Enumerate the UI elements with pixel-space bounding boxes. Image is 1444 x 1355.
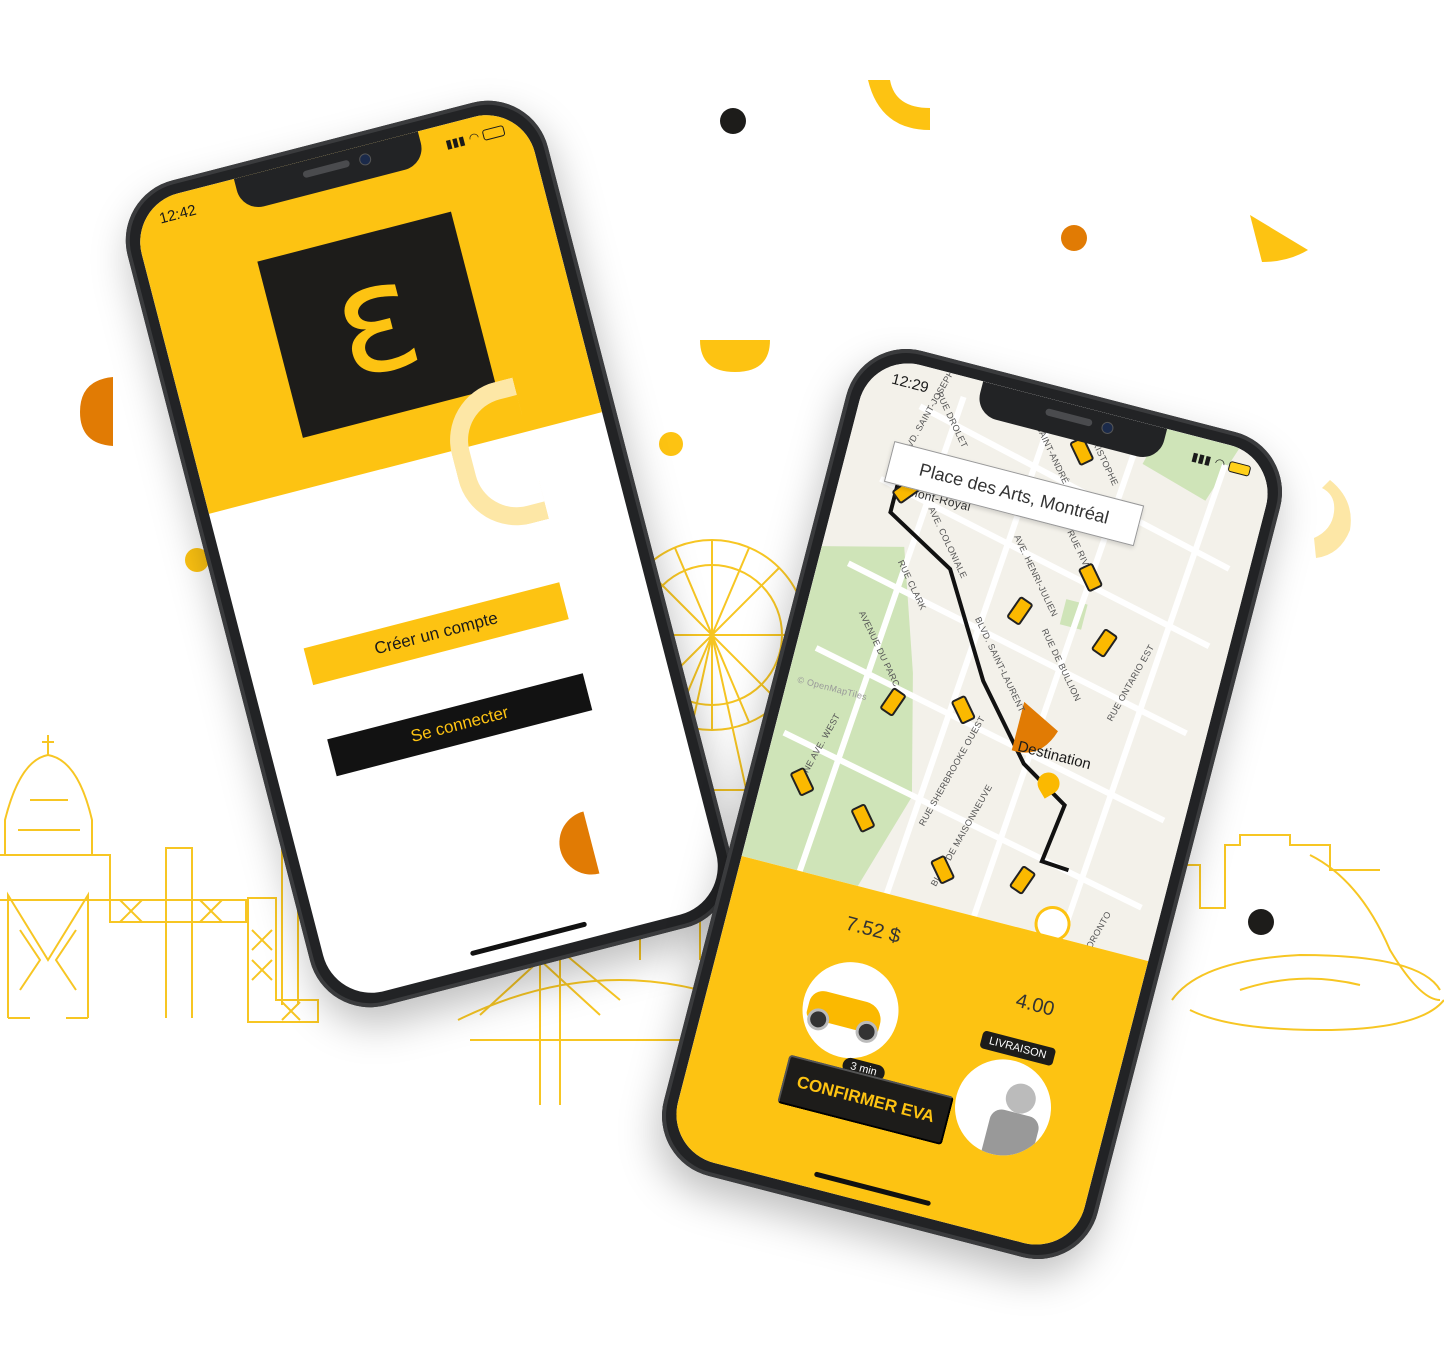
- stadium-ring: [1171, 953, 1444, 1032]
- dot-orange: [1061, 225, 1087, 251]
- half-circle-orange-left: [80, 377, 113, 446]
- dot-dark-right: [1248, 909, 1274, 935]
- login-button[interactable]: Se connecter: [327, 673, 593, 777]
- car-icon: [804, 988, 885, 1046]
- create-account-button[interactable]: Créer un compte: [303, 582, 569, 686]
- dome-outline: [4, 753, 93, 855]
- wifi-icon: ◠: [1213, 455, 1227, 472]
- wifi-icon: ◠: [467, 129, 481, 146]
- wedge-yellow-right: [1250, 215, 1308, 262]
- dot-yellow-mid: [659, 432, 683, 456]
- letter-m: [7, 891, 89, 1018]
- deco-half-circle: [552, 811, 600, 882]
- letter-t: [165, 847, 193, 1018]
- logo-glyph: ε: [314, 225, 437, 415]
- dot-dark-top: [720, 108, 746, 134]
- arc-cream-right: [1314, 480, 1351, 558]
- home-indicator: [469, 921, 588, 957]
- arc-yellow-top: [868, 80, 930, 130]
- half-circle-yellow: [700, 340, 770, 372]
